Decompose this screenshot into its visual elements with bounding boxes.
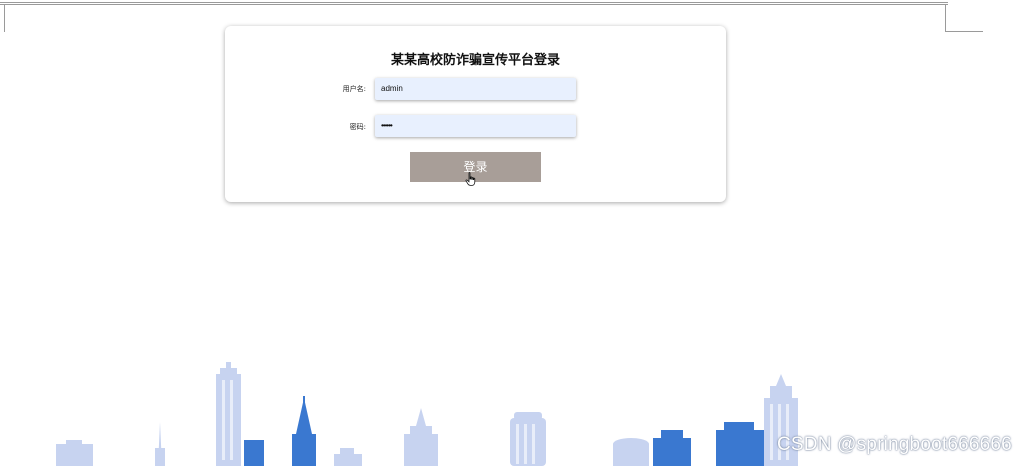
login-page: 某某高校防诈骗宣传平台登录 用户名: admin 密码: •••••• 登录 C… (0, 0, 1029, 466)
hand-pointer-icon (465, 172, 476, 186)
password-label: 密码: (349, 123, 366, 131)
document-top-rule (0, 2, 948, 5)
document-corner-right (945, 5, 946, 31)
username-label: 用户名: (342, 85, 366, 93)
password-input[interactable]: •••••• (375, 115, 576, 137)
page-title: 某某高校防诈骗宣传平台登录 (390, 53, 560, 68)
document-corner-left (4, 5, 5, 32)
csdn-watermark: CSDN @springboot666666 (777, 434, 1012, 455)
document-corner-right-line (945, 31, 983, 32)
login-card: 某某高校防诈骗宣传平台登录 用户名: admin 密码: •••••• 登录 (225, 26, 726, 202)
username-input[interactable]: admin (375, 78, 576, 100)
